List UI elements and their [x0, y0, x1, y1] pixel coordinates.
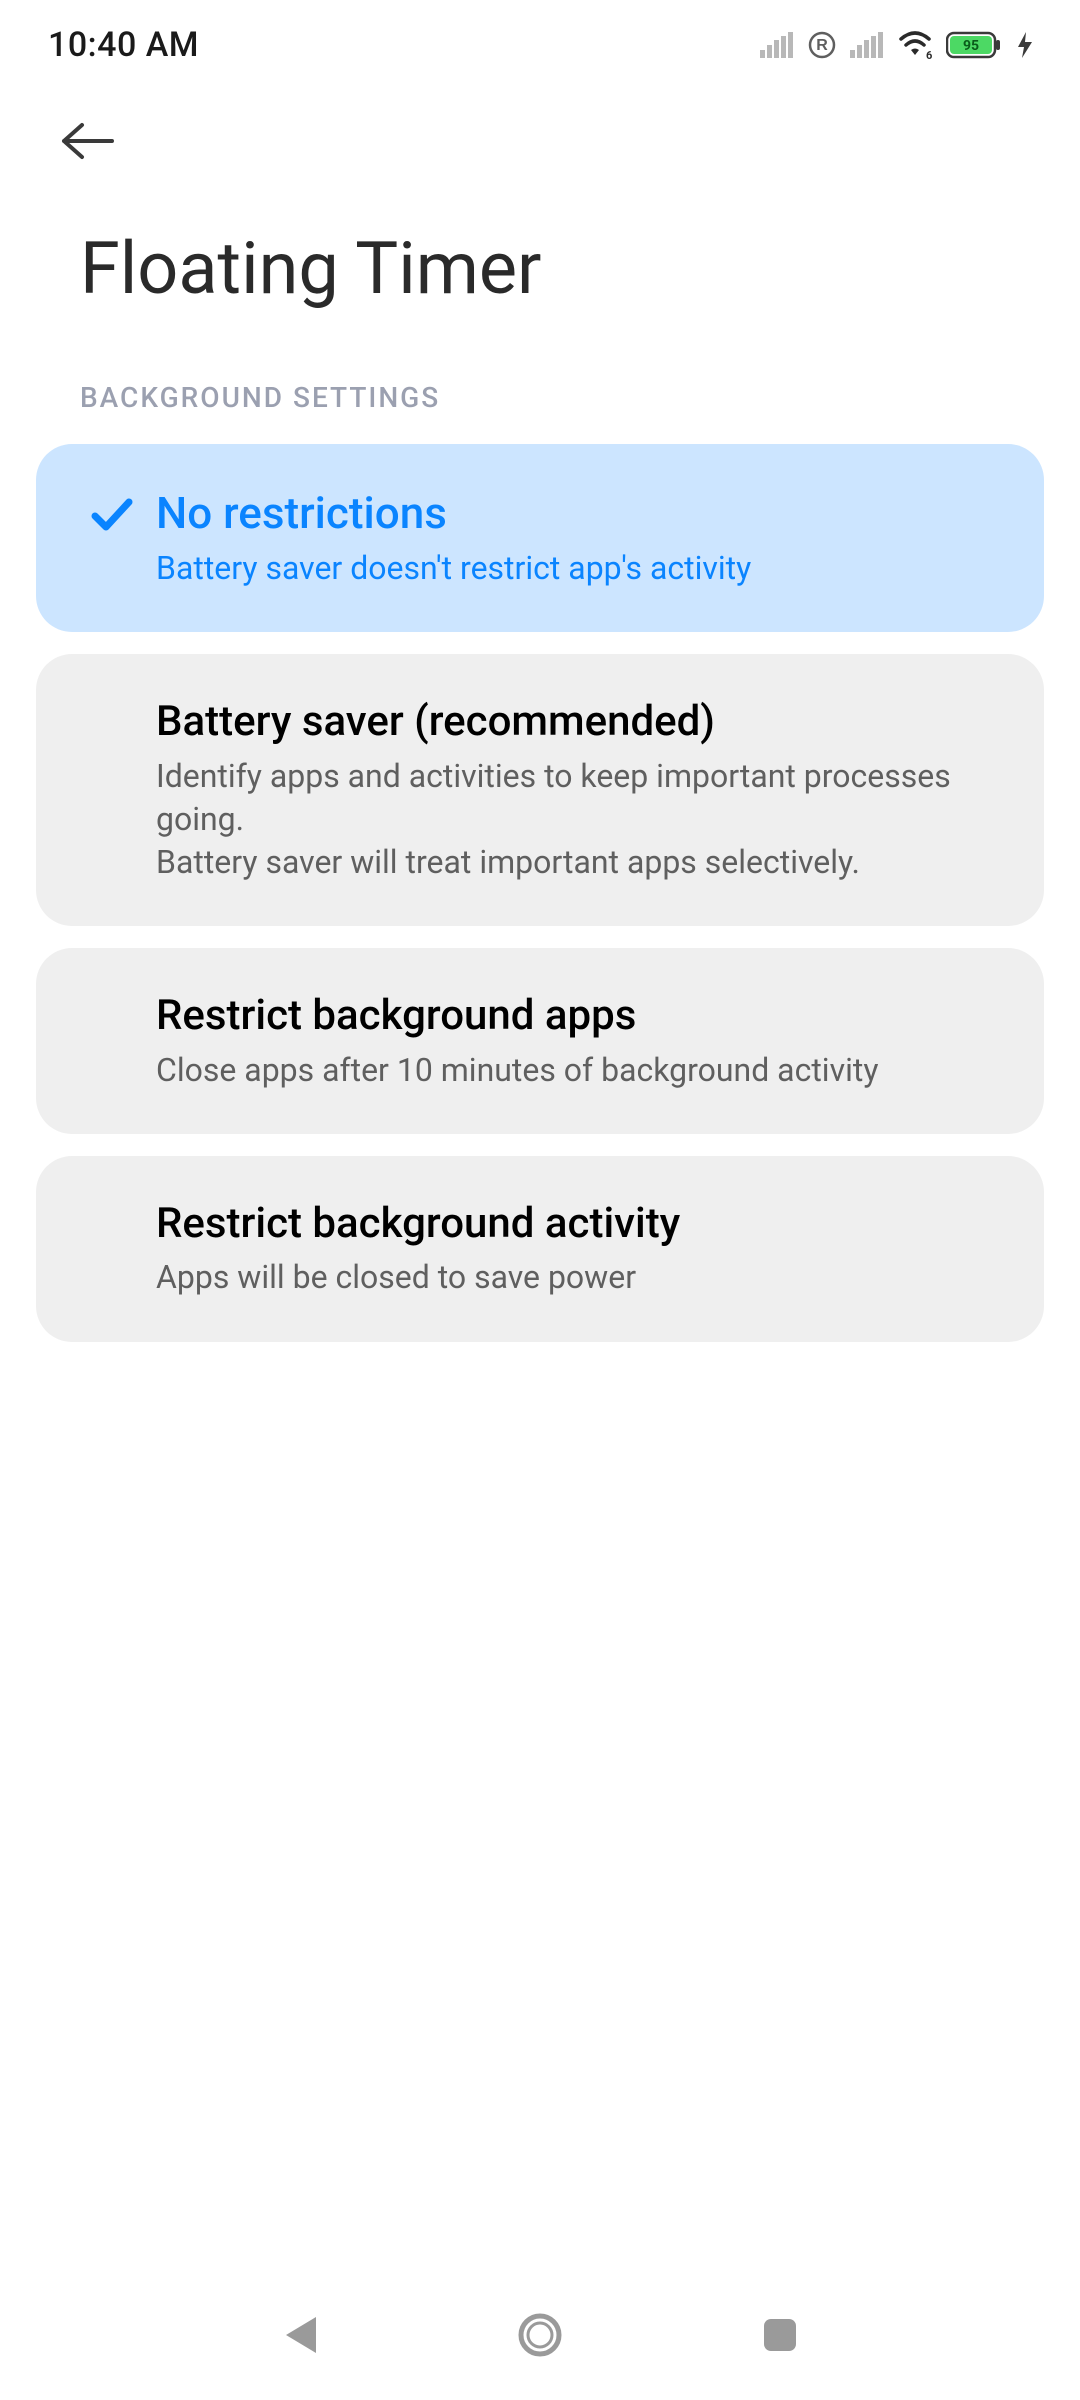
- nav-recents-button[interactable]: [720, 2295, 840, 2375]
- arrow-left-icon: [60, 121, 116, 161]
- option-subtitle: Identify apps and activities to keep imp…: [156, 755, 1004, 885]
- option-body: No restrictions Battery saver doesn't re…: [156, 486, 1004, 590]
- option-check-container: [66, 486, 156, 536]
- status-time: 10:40 AM: [48, 25, 199, 65]
- option-title: Restrict background activity: [156, 1198, 1004, 1251]
- option-subtitle: Apps will be closed to save power: [156, 1256, 1004, 1299]
- status-bar: 10:40 AM R 6: [0, 0, 1080, 80]
- option-title: Battery saver (recommended): [156, 696, 1004, 749]
- option-subtitle: Close apps after 10 minutes of backgroun…: [156, 1049, 1004, 1092]
- back-button[interactable]: [60, 106, 130, 176]
- option-no-restrictions[interactable]: No restrictions Battery saver doesn't re…: [36, 444, 1044, 632]
- battery-icon: 95: [946, 31, 1004, 59]
- status-icons: R 6 95: [760, 31, 1032, 59]
- wifi-icon: 6: [898, 31, 932, 59]
- battery-percent-text: 95: [963, 38, 979, 54]
- options-list: No restrictions Battery saver doesn't re…: [0, 444, 1080, 1342]
- roaming-icon: R: [808, 31, 836, 59]
- nav-bar: [0, 2270, 1080, 2400]
- circle-home-icon: [516, 2311, 564, 2359]
- square-recents-icon: [760, 2315, 800, 2355]
- charging-bolt-icon: [1018, 32, 1032, 58]
- header: Floating Timer: [0, 80, 1080, 381]
- option-restrict-background-apps[interactable]: Restrict background apps Close apps afte…: [36, 948, 1044, 1134]
- option-title: Restrict background apps: [156, 990, 1004, 1043]
- svg-text:6: 6: [926, 49, 932, 59]
- cellular-signal-2-icon: [850, 32, 884, 58]
- page-title: Floating Timer: [60, 176, 1040, 381]
- svg-text:R: R: [816, 37, 828, 54]
- option-check-container: [66, 990, 156, 996]
- option-check-container: [66, 696, 156, 702]
- cellular-signal-icon: [760, 32, 794, 58]
- option-battery-saver[interactable]: Battery saver (recommended) Identify app…: [36, 654, 1044, 926]
- nav-back-button[interactable]: [240, 2295, 360, 2375]
- option-body: Restrict background apps Close apps afte…: [156, 990, 1004, 1092]
- option-check-container: [66, 1198, 156, 1204]
- option-subtitle: Battery saver doesn't restrict app's act…: [156, 547, 1004, 590]
- check-icon: [89, 492, 133, 536]
- option-body: Restrict background activity Apps will b…: [156, 1198, 1004, 1300]
- option-body: Battery saver (recommended) Identify app…: [156, 696, 1004, 884]
- section-header: BACKGROUND SETTINGS: [0, 381, 1080, 444]
- option-title: No restrictions: [156, 486, 1004, 541]
- option-restrict-background-activity[interactable]: Restrict background activity Apps will b…: [36, 1156, 1044, 1342]
- nav-home-button[interactable]: [480, 2295, 600, 2375]
- triangle-back-icon: [280, 2313, 320, 2357]
